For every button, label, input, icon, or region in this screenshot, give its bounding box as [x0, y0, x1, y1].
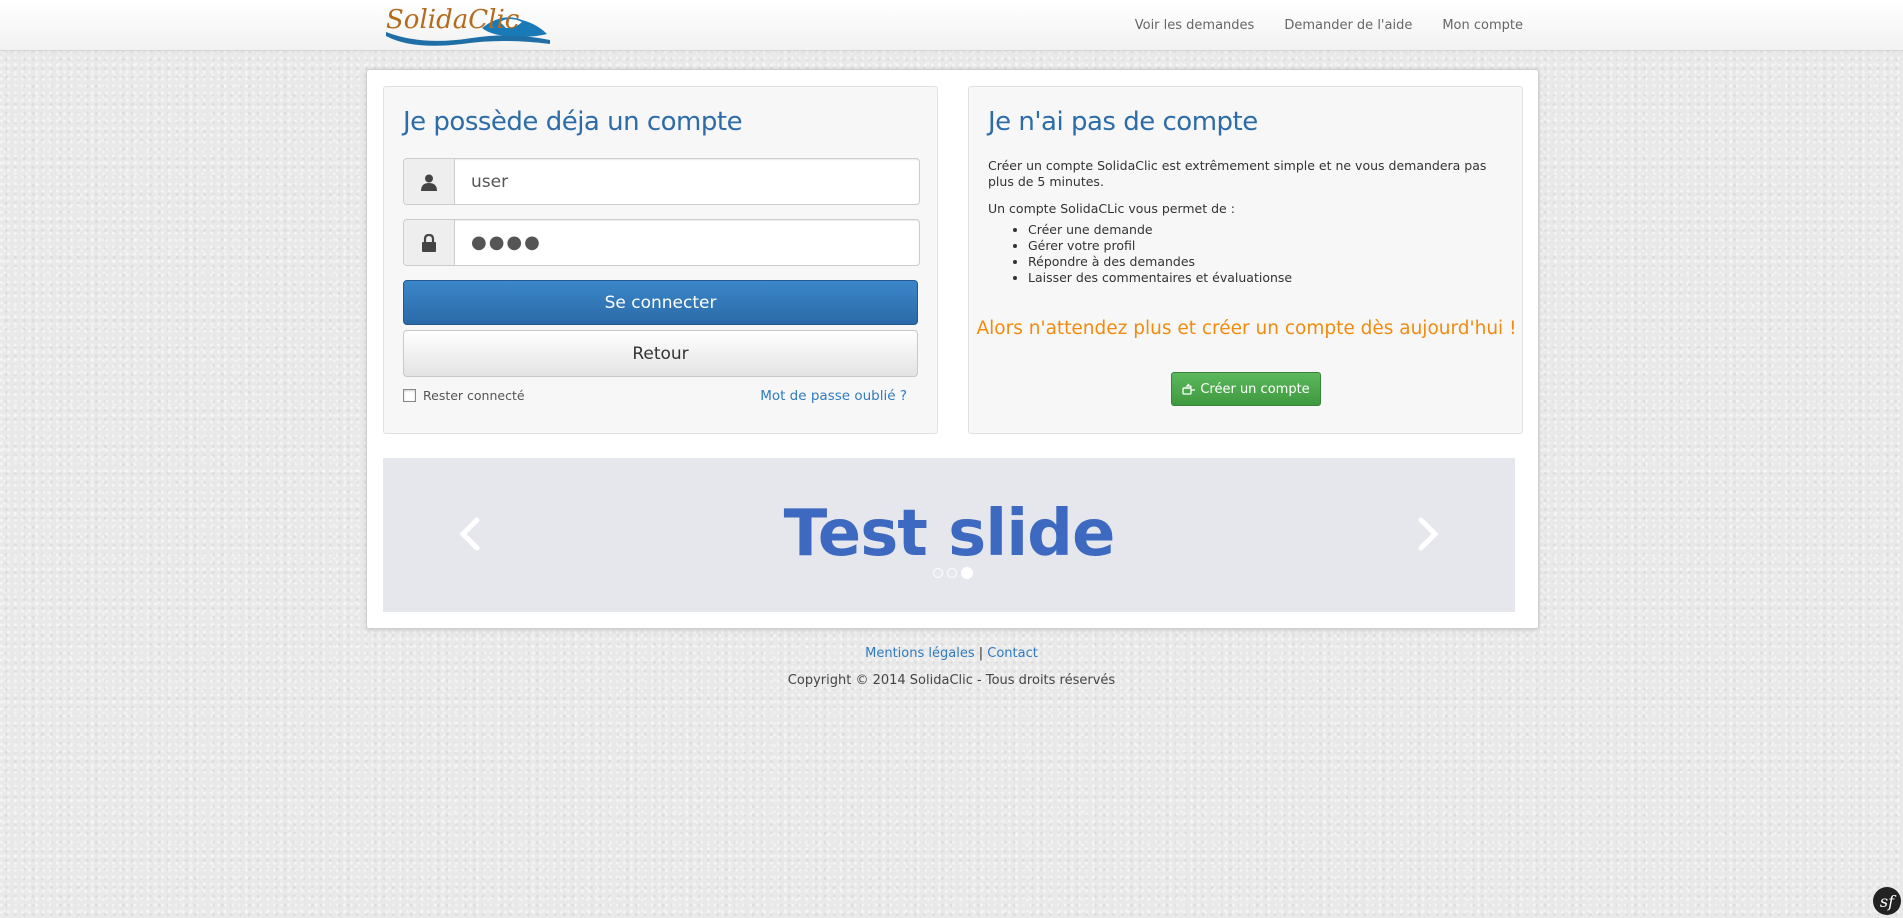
nav-demander-aide[interactable]: Demander de l'aide: [1284, 18, 1412, 33]
footer-links: Mentions légales | Contact: [0, 646, 1903, 661]
create-account-label: Créer un compte: [1200, 381, 1310, 397]
register-intro: Créer un compte SolidaClic est extrêmeme…: [988, 158, 1487, 189]
feature-item: Répondre à des demandes: [1028, 254, 1503, 270]
lock-icon: [404, 220, 455, 265]
remember-me[interactable]: Rester connecté: [403, 388, 525, 403]
footer-separator: |: [978, 646, 984, 661]
carousel-indicator[interactable]: [947, 568, 957, 578]
hand-pointer-icon: [1182, 383, 1196, 395]
feature-item: Créer une demande: [1028, 222, 1503, 238]
carousel-next-icon[interactable]: [1411, 514, 1445, 554]
register-cta: Alors n'attendez plus et créer un compte…: [976, 318, 1517, 339]
login-panel: Je possède déja un compte user ●●●● Se c…: [383, 86, 938, 434]
remember-checkbox[interactable]: [403, 389, 416, 402]
username-input[interactable]: user: [455, 159, 919, 204]
carousel-indicators: [933, 567, 973, 579]
feature-item: Laisser des commentaires et évaluationse: [1028, 270, 1503, 286]
main-nav: Voir les demandes Demander de l'aide Mon…: [1135, 0, 1523, 50]
login-title: Je possède déja un compte: [403, 107, 743, 137]
nav-voir-les-demandes[interactable]: Voir les demandes: [1135, 18, 1255, 33]
legal-link[interactable]: Mentions légales: [865, 646, 974, 661]
back-button[interactable]: Retour: [403, 330, 918, 377]
feature-item: Gérer votre profil: [1028, 238, 1503, 254]
carousel: Test slide: [383, 458, 1515, 612]
register-description: Créer un compte SolidaClic est extrêmeme…: [988, 158, 1503, 286]
symfony-debug-icon[interactable]: sf: [1873, 887, 1901, 915]
password-input[interactable]: ●●●●: [455, 220, 919, 265]
carousel-indicator-active[interactable]: [961, 567, 973, 579]
carousel-indicator[interactable]: [933, 568, 943, 578]
solidaclic-logo[interactable]: SolidaClic: [382, 2, 552, 46]
register-panel: Je n'ai pas de compte Créer un compte So…: [968, 86, 1523, 434]
password-field[interactable]: ●●●●: [403, 219, 920, 266]
register-list-intro: Un compte SolidaCLic vous permet de :: [988, 201, 1235, 216]
forgot-password-link[interactable]: Mot de passe oublié ?: [760, 388, 907, 404]
contact-link[interactable]: Contact: [987, 646, 1038, 661]
nav-mon-compte[interactable]: Mon compte: [1442, 18, 1523, 33]
carousel-prev-icon[interactable]: [453, 514, 487, 554]
login-button[interactable]: Se connecter: [403, 280, 918, 325]
register-title: Je n'ai pas de compte: [988, 107, 1258, 137]
navbar: SolidaClic Voir les demandes Demander de…: [0, 0, 1903, 51]
user-icon: [404, 159, 455, 204]
logo-text: SolidaClic: [386, 5, 520, 35]
main-container: Je possède déja un compte user ●●●● Se c…: [366, 69, 1539, 629]
create-account-button[interactable]: Créer un compte: [1171, 372, 1321, 406]
username-field[interactable]: user: [403, 158, 920, 205]
remember-label: Rester connecté: [423, 388, 525, 403]
copyright: Copyright © 2014 SolidaClic - Tous droit…: [787, 673, 1116, 688]
feature-list: Créer une demande Gérer votre profil Rép…: [988, 222, 1503, 286]
slide-title: Test slide: [783, 497, 1116, 571]
